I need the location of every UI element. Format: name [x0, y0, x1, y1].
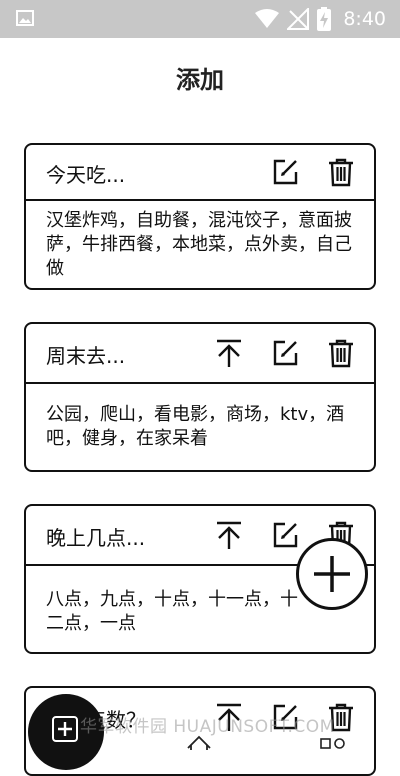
add-box-icon: [52, 716, 78, 742]
page-title: 添加: [176, 66, 224, 94]
trash-icon: [329, 158, 353, 187]
card-header: 今天吃...: [26, 145, 374, 201]
plus-icon: [314, 556, 350, 592]
delete-button[interactable]: [326, 338, 356, 368]
pin-top-icon: [217, 339, 241, 367]
add-item-fab[interactable]: [296, 538, 368, 610]
category-icon[interactable]: [320, 738, 346, 750]
card-2[interactable]: 周末去... 公园，爬山，看电影，商场，ktv，酒吧，健身，在家呆着: [24, 322, 376, 472]
card-title: 今天吃...: [46, 163, 126, 187]
card-title: 周末去...: [46, 344, 126, 368]
edit-button[interactable]: [270, 338, 300, 368]
card-1[interactable]: 今天吃... 汉堡炸鸡，自助餐，混沌饺子，意面披萨，牛排西餐，本地菜，点外卖，自…: [24, 143, 376, 290]
card-title: 晚上几点...: [46, 526, 146, 550]
edit-button[interactable]: [270, 157, 300, 187]
edit-button[interactable]: [270, 520, 300, 550]
battery-charging-icon: [317, 7, 332, 31]
pin-top-icon: [217, 521, 241, 549]
card-header: 周末去...: [26, 324, 374, 384]
watermark: 华军软件园 HUAJUNSOFT.COM: [80, 717, 335, 737]
trash-icon: [329, 339, 353, 368]
pin-top-button[interactable]: [214, 338, 244, 368]
pin-top-button[interactable]: [214, 520, 244, 550]
edit-icon: [273, 522, 298, 548]
edit-icon: [273, 159, 298, 185]
edit-icon: [273, 340, 298, 366]
image-notification-icon: [16, 10, 34, 26]
status-time: 8:40: [343, 8, 386, 30]
no-signal-icon: [287, 8, 310, 30]
delete-button[interactable]: [326, 157, 356, 187]
wifi-icon: [255, 9, 280, 28]
card-body: 汉堡炸鸡，自助餐，混沌饺子，意面披萨，牛排西餐，本地菜，点外卖，自己做: [46, 210, 352, 279]
card-body: 公园，爬山，看电影，商场，ktv，酒吧，健身，在家呆着: [46, 404, 345, 449]
status-bar: 8:40: [0, 0, 400, 38]
